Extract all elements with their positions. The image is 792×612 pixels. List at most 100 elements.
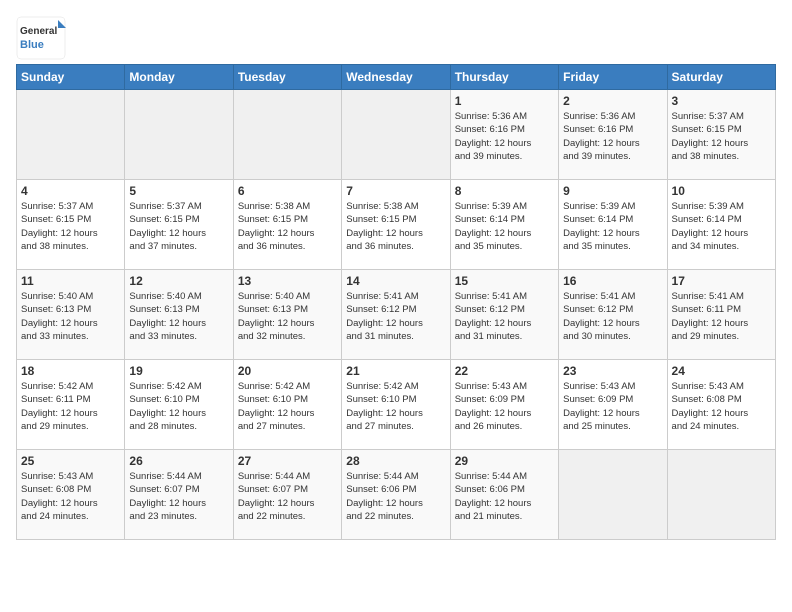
day-info: Sunrise: 5:43 AM Sunset: 6:08 PM Dayligh… [21, 470, 120, 523]
calendar-cell: 2Sunrise: 5:36 AM Sunset: 6:16 PM Daylig… [559, 90, 667, 180]
day-info: Sunrise: 5:39 AM Sunset: 6:14 PM Dayligh… [563, 200, 662, 253]
day-info: Sunrise: 5:37 AM Sunset: 6:15 PM Dayligh… [21, 200, 120, 253]
calendar-cell: 21 Sunrise: 5:42 AM Sunset: 6:10 PM Dayli… [342, 360, 450, 450]
day-number: 17 [672, 274, 771, 288]
day-number: 3 [672, 94, 771, 108]
day-number: 4 [21, 184, 120, 198]
calendar-cell [233, 90, 341, 180]
calendar-week-1: 1Sunrise: 5:36 AM Sunset: 6:16 PM Daylig… [17, 90, 776, 180]
day-number: 10 [672, 184, 771, 198]
calendar-cell: 9 Sunrise: 5:39 AM Sunset: 6:14 PM Daylig… [559, 180, 667, 270]
day-number: 18 [21, 364, 120, 378]
calendar-cell [17, 90, 125, 180]
calendar-cell: 7 Sunrise: 5:38 AM Sunset: 6:15 PM Daylig… [342, 180, 450, 270]
calendar-header: SundayMondayTuesdayWednesdayThursdayFrid… [17, 65, 776, 90]
day-number: 14 [346, 274, 445, 288]
calendar-cell: 14Sunrise: 5:41 AM Sunset: 6:12 PM Dayli… [342, 270, 450, 360]
day-number: 9 [563, 184, 662, 198]
day-info: Sunrise: 5:40 AM Sunset: 6:13 PM Dayligh… [129, 290, 228, 343]
day-info: Sunrise: 5:37 AM Sunset: 6:15 PM Dayligh… [672, 110, 771, 163]
day-number: 29 [455, 454, 554, 468]
calendar-week-4: 18 Sunrise: 5:42 AM Sunset: 6:11 PM Dayli… [17, 360, 776, 450]
calendar-cell: 12 Sunrise: 5:40 AM Sunset: 6:13 PM Dayli… [125, 270, 233, 360]
header-day-saturday: Saturday [667, 65, 775, 90]
calendar-cell: 27Sunrise: 5:44 AM Sunset: 6:07 PM Dayli… [233, 450, 341, 540]
logo-svg: General Blue [16, 16, 66, 60]
calendar-cell: 13 Sunrise: 5:40 AM Sunset: 6:13 PM Dayli… [233, 270, 341, 360]
day-info: Sunrise: 5:40 AM Sunset: 6:13 PM Dayligh… [238, 290, 337, 343]
calendar-cell: 10 Sunrise: 5:39 AM Sunset: 6:14 PM Dayli… [667, 180, 775, 270]
day-number: 20 [238, 364, 337, 378]
header-day-monday: Monday [125, 65, 233, 90]
calendar-cell: 15 Sunrise: 5:41 AM Sunset: 6:12 PM Dayli… [450, 270, 558, 360]
day-number: 5 [129, 184, 228, 198]
day-info: Sunrise: 5:40 AM Sunset: 6:13 PM Dayligh… [21, 290, 120, 343]
calendar-cell: 18 Sunrise: 5:42 AM Sunset: 6:11 PM Dayli… [17, 360, 125, 450]
calendar-cell: 11 Sunrise: 5:40 AM Sunset: 6:13 PM Dayli… [17, 270, 125, 360]
day-number: 26 [129, 454, 228, 468]
header-day-wednesday: Wednesday [342, 65, 450, 90]
day-number: 25 [21, 454, 120, 468]
calendar-cell: 23 Sunrise: 5:43 AM Sunset: 6:09 PM Dayli… [559, 360, 667, 450]
header-day-friday: Friday [559, 65, 667, 90]
day-number: 2 [563, 94, 662, 108]
calendar-week-3: 11 Sunrise: 5:40 AM Sunset: 6:13 PM Dayli… [17, 270, 776, 360]
day-number: 13 [238, 274, 337, 288]
day-number: 8 [455, 184, 554, 198]
day-number: 12 [129, 274, 228, 288]
svg-text:Blue: Blue [20, 39, 44, 51]
day-info: Sunrise: 5:39 AM Sunset: 6:14 PM Dayligh… [455, 200, 554, 253]
day-info: Sunrise: 5:38 AM Sunset: 6:15 PM Dayligh… [346, 200, 445, 253]
header-row: SundayMondayTuesdayWednesdayThursdayFrid… [17, 65, 776, 90]
day-info: Sunrise: 5:42 AM Sunset: 6:10 PM Dayligh… [346, 380, 445, 433]
day-number: 21 [346, 364, 445, 378]
day-info: Sunrise: 5:43 AM Sunset: 6:08 PM Dayligh… [672, 380, 771, 433]
calendar-cell: 8 Sunrise: 5:39 AM Sunset: 6:14 PM Daylig… [450, 180, 558, 270]
day-info: Sunrise: 5:42 AM Sunset: 6:10 PM Dayligh… [129, 380, 228, 433]
svg-text:General: General [20, 26, 57, 37]
calendar-cell [125, 90, 233, 180]
calendar-cell: 26Sunrise: 5:44 AM Sunset: 6:07 PM Dayli… [125, 450, 233, 540]
header-day-tuesday: Tuesday [233, 65, 341, 90]
day-info: Sunrise: 5:37 AM Sunset: 6:15 PM Dayligh… [129, 200, 228, 253]
day-info: Sunrise: 5:43 AM Sunset: 6:09 PM Dayligh… [455, 380, 554, 433]
day-info: Sunrise: 5:41 AM Sunset: 6:12 PM Dayligh… [563, 290, 662, 343]
day-number: 22 [455, 364, 554, 378]
calendar-body: 1Sunrise: 5:36 AM Sunset: 6:16 PM Daylig… [17, 90, 776, 540]
calendar-cell: 25 Sunrise: 5:43 AM Sunset: 6:08 PM Dayli… [17, 450, 125, 540]
day-info: Sunrise: 5:42 AM Sunset: 6:10 PM Dayligh… [238, 380, 337, 433]
day-info: Sunrise: 5:44 AM Sunset: 6:07 PM Dayligh… [238, 470, 337, 523]
day-number: 28 [346, 454, 445, 468]
calendar-cell: 17Sunrise: 5:41 AM Sunset: 6:11 PM Dayli… [667, 270, 775, 360]
header-day-sunday: Sunday [17, 65, 125, 90]
calendar-cell: 5 Sunrise: 5:37 AM Sunset: 6:15 PM Daylig… [125, 180, 233, 270]
calendar-cell [342, 90, 450, 180]
calendar-cell: 19Sunrise: 5:42 AM Sunset: 6:10 PM Dayli… [125, 360, 233, 450]
day-number: 24 [672, 364, 771, 378]
calendar-week-5: 25 Sunrise: 5:43 AM Sunset: 6:08 PM Dayli… [17, 450, 776, 540]
day-info: Sunrise: 5:39 AM Sunset: 6:14 PM Dayligh… [672, 200, 771, 253]
day-info: Sunrise: 5:42 AM Sunset: 6:11 PM Dayligh… [21, 380, 120, 433]
calendar-cell: 22 Sunrise: 5:43 AM Sunset: 6:09 PM Dayli… [450, 360, 558, 450]
calendar-cell: 28Sunrise: 5:44 AM Sunset: 6:06 PM Dayli… [342, 450, 450, 540]
day-number: 15 [455, 274, 554, 288]
day-number: 16 [563, 274, 662, 288]
calendar-cell [667, 450, 775, 540]
calendar-week-2: 4 Sunrise: 5:37 AM Sunset: 6:15 PM Daylig… [17, 180, 776, 270]
page-header: General Blue [16, 16, 776, 60]
logo: General Blue [16, 16, 66, 60]
day-number: 23 [563, 364, 662, 378]
calendar-cell: 4 Sunrise: 5:37 AM Sunset: 6:15 PM Daylig… [17, 180, 125, 270]
day-info: Sunrise: 5:41 AM Sunset: 6:12 PM Dayligh… [455, 290, 554, 343]
calendar-cell: 1Sunrise: 5:36 AM Sunset: 6:16 PM Daylig… [450, 90, 558, 180]
calendar-cell: 6Sunrise: 5:38 AM Sunset: 6:15 PM Daylig… [233, 180, 341, 270]
day-number: 7 [346, 184, 445, 198]
day-number: 11 [21, 274, 120, 288]
day-number: 1 [455, 94, 554, 108]
day-info: Sunrise: 5:43 AM Sunset: 6:09 PM Dayligh… [563, 380, 662, 433]
calendar-cell: 20 Sunrise: 5:42 AM Sunset: 6:10 PM Dayli… [233, 360, 341, 450]
day-number: 6 [238, 184, 337, 198]
calendar-cell: 24 Sunrise: 5:43 AM Sunset: 6:08 PM Dayli… [667, 360, 775, 450]
calendar-cell: 29Sunrise: 5:44 AM Sunset: 6:06 PM Dayli… [450, 450, 558, 540]
calendar-table: SundayMondayTuesdayWednesdayThursdayFrid… [16, 64, 776, 540]
